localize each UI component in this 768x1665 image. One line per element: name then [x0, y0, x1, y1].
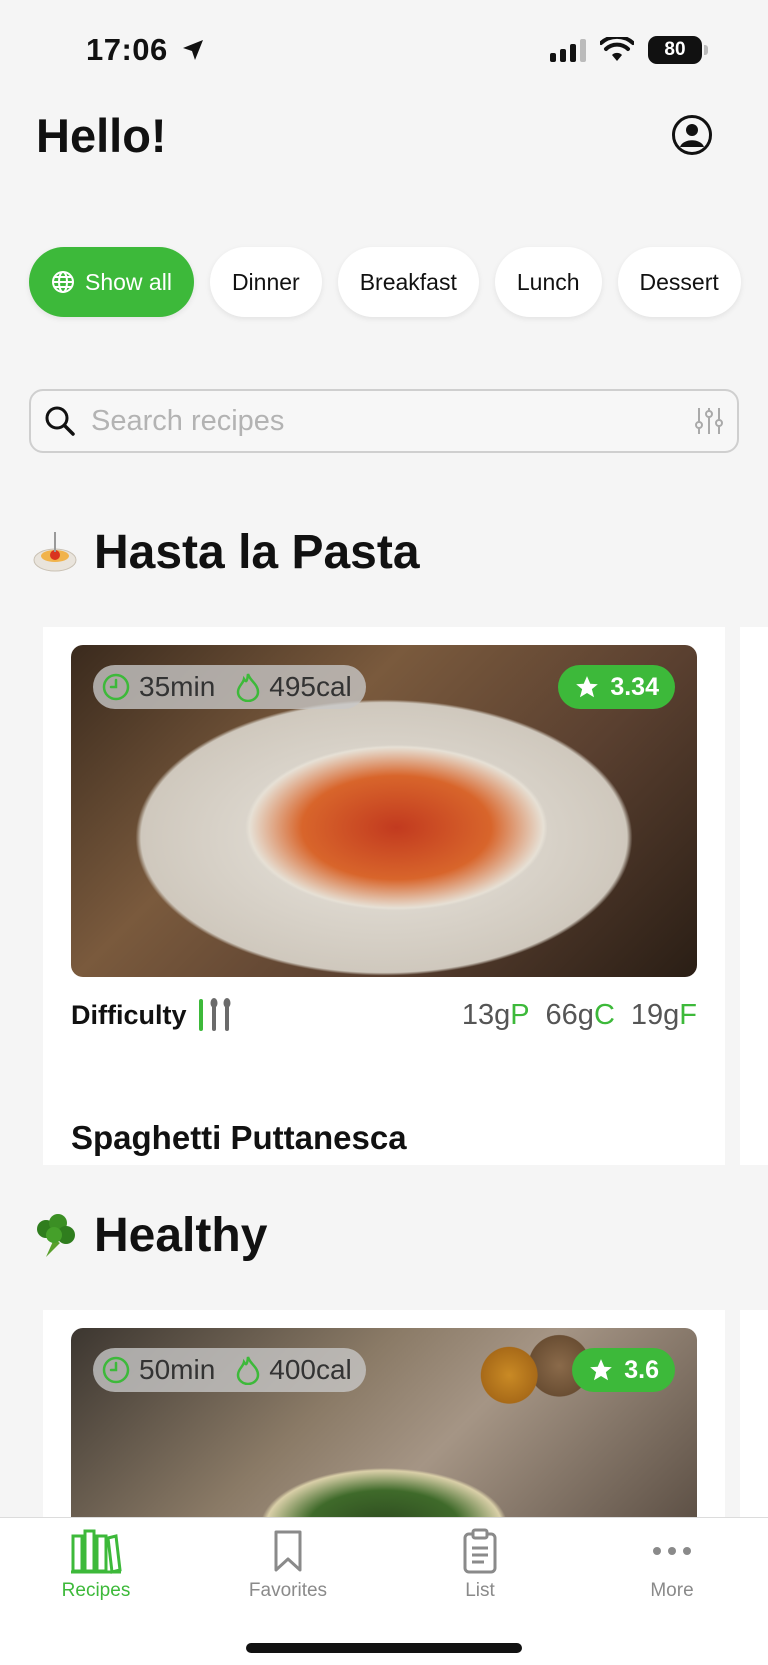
category-dessert[interactable]: Dessert [617, 247, 741, 317]
rating-value: 3.34 [610, 672, 659, 701]
search-icon [45, 406, 75, 436]
recipe-meta: Difficulty 13gP 66gC 19gF [71, 995, 697, 1035]
status-indicators: 80 [550, 36, 708, 64]
category-filter-bar: Show all Dinner Breakfast Lunch Dessert [29, 247, 741, 317]
difficulty-label: Difficulty [71, 999, 187, 1030]
cook-time: 35min [139, 671, 216, 702]
more-dots-icon [653, 1547, 691, 1555]
difficulty-utensils-icon [198, 998, 231, 1031]
next-recipe-card-peek[interactable] [740, 627, 768, 1165]
macros: 13gP 66gC 19gF [462, 999, 697, 1032]
category-label: Dessert [639, 268, 719, 295]
search-placeholder: Search recipes [91, 404, 285, 437]
profile-button[interactable] [671, 114, 713, 156]
star-icon [576, 676, 599, 698]
globe-icon [52, 271, 74, 293]
time-calories-badge: 50min 400cal [93, 1348, 366, 1392]
rating-value: 3.6 [624, 1355, 659, 1384]
battery-icon: 80 [648, 36, 708, 64]
tab-label: List [465, 1580, 495, 1601]
recipe-card[interactable]: 35min 495cal 3.34 Difficulty 13gP 66gC 1… [43, 627, 725, 1165]
books-icon [71, 1529, 122, 1574]
calories: 495cal [269, 671, 352, 702]
flame-icon [237, 673, 260, 702]
carbs: 66gC [546, 999, 615, 1032]
clock-icon [102, 1356, 130, 1384]
category-label: Lunch [516, 268, 580, 295]
rating-badge: 3.6 [572, 1348, 675, 1392]
bookmark-icon [274, 1530, 302, 1572]
category-label: Show all [85, 268, 172, 295]
section-title-healthy: Healthy [32, 1208, 267, 1263]
clipboard-icon [463, 1528, 497, 1574]
recipe-card[interactable]: 50min 400cal 3.6 [43, 1310, 725, 1517]
time-calories-badge: 35min 495cal [93, 665, 366, 709]
home-indicator [246, 1643, 522, 1653]
next-recipe-card-peek[interactable] [740, 1310, 768, 1517]
broccoli-icon [37, 1213, 75, 1257]
wifi-icon [600, 37, 634, 61]
fat: 19gF [631, 999, 697, 1032]
category-dinner[interactable]: Dinner [209, 247, 322, 317]
category-label: Breakfast [359, 268, 457, 295]
rating-badge: 3.34 [558, 665, 675, 709]
category-lunch[interactable]: Lunch [494, 247, 602, 317]
fat-unit: F [679, 998, 697, 1031]
tab-recipes[interactable]: Recipes [26, 1528, 166, 1602]
section-title-pasta: Hasta la Pasta [32, 525, 420, 580]
flame-icon [237, 1356, 260, 1385]
filter-sliders-icon[interactable] [693, 405, 725, 437]
tab-label: Recipes [61, 1580, 131, 1601]
star-icon [590, 1359, 613, 1381]
pasta-bowl-icon [33, 531, 77, 571]
page-title: Hello! [36, 109, 167, 162]
recipe-image[interactable]: 35min 495cal 3.34 [71, 645, 697, 977]
tab-more[interactable]: More [602, 1528, 742, 1602]
protein: 13gP [462, 999, 530, 1032]
tab-favorites[interactable]: Favorites [218, 1528, 358, 1602]
status-time: 17:06 [86, 32, 205, 68]
calories: 400cal [269, 1354, 352, 1385]
tab-label: Favorites [248, 1580, 328, 1601]
carbs-unit: C [593, 998, 615, 1031]
section-title-text: Hasta la Pasta [94, 526, 420, 579]
tab-label: More [650, 1580, 694, 1601]
category-label: Dinner [231, 268, 300, 295]
section-title-text: Healthy [94, 1209, 268, 1262]
protein-value: 13g [461, 998, 511, 1031]
location-arrow-icon [182, 40, 203, 60]
search-input[interactable]: Search recipes [29, 389, 739, 453]
status-time-text: 17:06 [86, 32, 168, 67]
difficulty-indicator: Difficulty [71, 995, 235, 1035]
recipe-image[interactable]: 50min 400cal 3.6 [71, 1328, 697, 1517]
category-breakfast[interactable]: Breakfast [337, 247, 479, 317]
recipe-name: Spaghetti Puttanesca [71, 1119, 407, 1156]
cellular-signal-icon [550, 38, 586, 62]
category-show-all[interactable]: Show all [29, 247, 194, 317]
fat-value: 19g [630, 998, 680, 1031]
cook-time: 50min [139, 1354, 216, 1385]
protein-unit: P [510, 998, 530, 1031]
carbs-value: 66g [545, 998, 594, 1031]
clock-icon [102, 673, 130, 701]
tab-list[interactable]: List [410, 1528, 550, 1602]
battery-level: 80 [664, 39, 686, 60]
